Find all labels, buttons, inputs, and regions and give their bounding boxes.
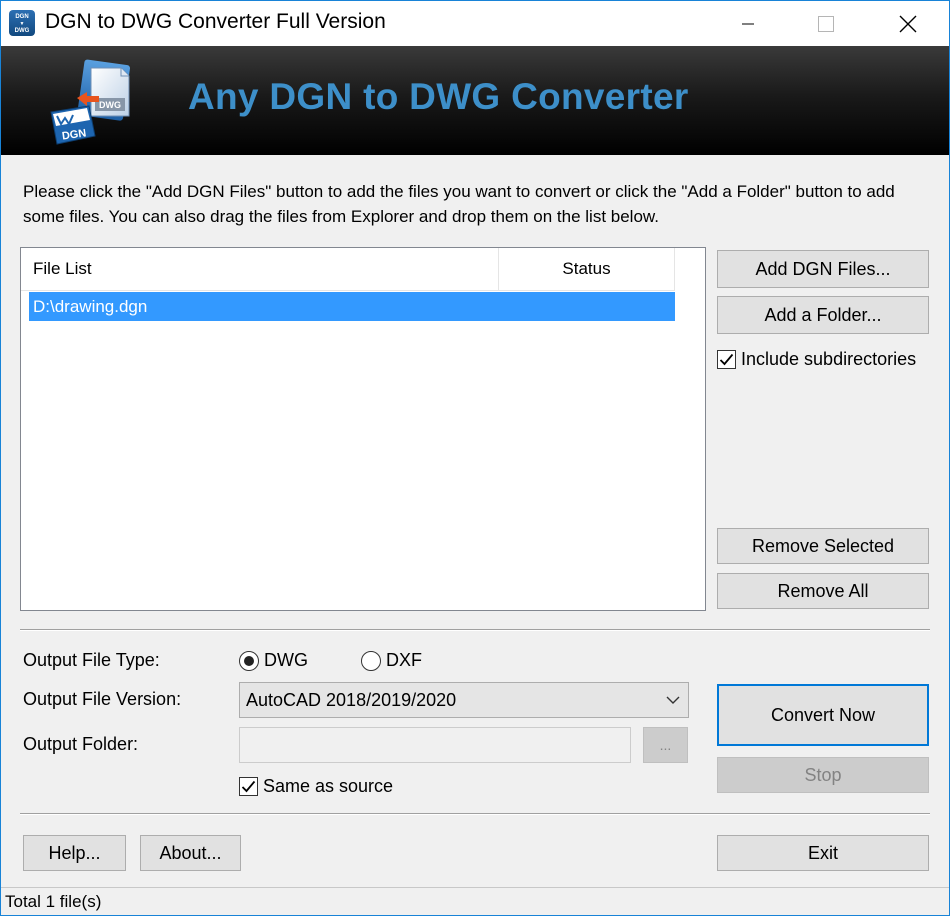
file-name-cell: D:\drawing.dgn	[33, 296, 148, 316]
convert-now-button[interactable]: Convert Now	[717, 684, 929, 746]
instructions-text: Please click the "Add DGN Files" button …	[23, 182, 895, 226]
checkbox-box[interactable]	[239, 777, 258, 796]
add-dgn-files-button[interactable]: Add DGN Files...	[717, 250, 929, 288]
separator-top	[20, 629, 930, 631]
minimize-button[interactable]	[725, 1, 771, 46]
radio-dxf-circle[interactable]	[361, 650, 381, 671]
separator-bottom	[20, 813, 930, 815]
column-header-status[interactable]: Status	[499, 248, 675, 290]
app-icon: DGN ▼ DWG	[9, 10, 35, 36]
window-title: DGN to DWG Converter Full Version	[45, 10, 386, 33]
maximize-button[interactable]	[803, 1, 849, 46]
output-version-value: AutoCAD 2018/2019/2020	[246, 689, 457, 710]
chevron-down-icon	[666, 696, 680, 704]
output-folder-field[interactable]	[239, 727, 631, 763]
status-text: Total 1 file(s)	[5, 891, 102, 911]
radio-dxf-label: DXF	[386, 650, 422, 670]
include-subdirectories-label: Include subdirectories	[741, 349, 917, 369]
checkmark-icon	[241, 780, 256, 793]
app-window: DGN ▼ DWG DGN to DWG Converter Full Vers…	[0, 0, 950, 916]
about-button[interactable]: About...	[140, 835, 241, 871]
exit-button[interactable]: Exit	[717, 835, 929, 871]
file-list-row[interactable]: D:\drawing.dgn	[29, 292, 675, 321]
close-icon	[899, 15, 917, 32]
radio-dxf[interactable]: DXF	[361, 650, 422, 671]
close-button[interactable]	[885, 1, 931, 46]
same-as-source-label: Same as source	[263, 776, 394, 796]
minimize-icon	[742, 23, 754, 24]
status-bar: Total 1 file(s)	[1, 887, 949, 915]
column-header-file-list[interactable]: File List	[21, 248, 499, 290]
logo-label-dwg: DWG	[99, 100, 121, 110]
maximize-icon	[818, 15, 834, 32]
radio-selected-dot-icon	[244, 655, 254, 666]
file-list-header: File List Status	[21, 248, 675, 291]
file-list-view[interactable]: File List Status D:\drawing.dgn	[20, 247, 706, 611]
header-banner: DWG DGN Any DGN to DWG Converter	[1, 46, 949, 155]
title-bar[interactable]: DGN ▼ DWG DGN to DWG Converter Full Vers…	[1, 1, 949, 46]
logo-label-dgn: DGN	[61, 127, 87, 142]
output-file-type-label: Output File Type:	[23, 650, 160, 670]
radio-dwg[interactable]: DWG	[239, 650, 308, 671]
app-icon-label-bottom: DWG	[14, 28, 30, 34]
checkbox-box[interactable]	[717, 350, 736, 369]
remove-all-button[interactable]: Remove All	[717, 573, 929, 609]
output-folder-label: Output Folder:	[23, 734, 139, 754]
dgn-dwg-logo-icon: DWG DGN	[50, 59, 130, 145]
output-file-version-label: Output File Version:	[23, 689, 182, 709]
output-version-dropdown[interactable]: AutoCAD 2018/2019/2020	[239, 682, 689, 718]
app-icon-label-top: DGN	[15, 14, 29, 20]
same-as-source-checkbox[interactable]: Same as source	[239, 776, 393, 797]
help-button[interactable]: Help...	[23, 835, 126, 871]
stop-button[interactable]: Stop	[717, 757, 929, 793]
banner-title: Any DGN to DWG Converter	[188, 76, 689, 117]
checkmark-icon	[719, 353, 734, 366]
browse-folder-button[interactable]: ...	[643, 727, 688, 763]
radio-dwg-circle[interactable]	[239, 650, 259, 671]
include-subdirectories-checkbox[interactable]: Include subdirectories	[717, 349, 916, 370]
remove-selected-button[interactable]: Remove Selected	[717, 528, 929, 564]
radio-dwg-label: DWG	[264, 650, 308, 670]
add-folder-button[interactable]: Add a Folder...	[717, 296, 929, 334]
